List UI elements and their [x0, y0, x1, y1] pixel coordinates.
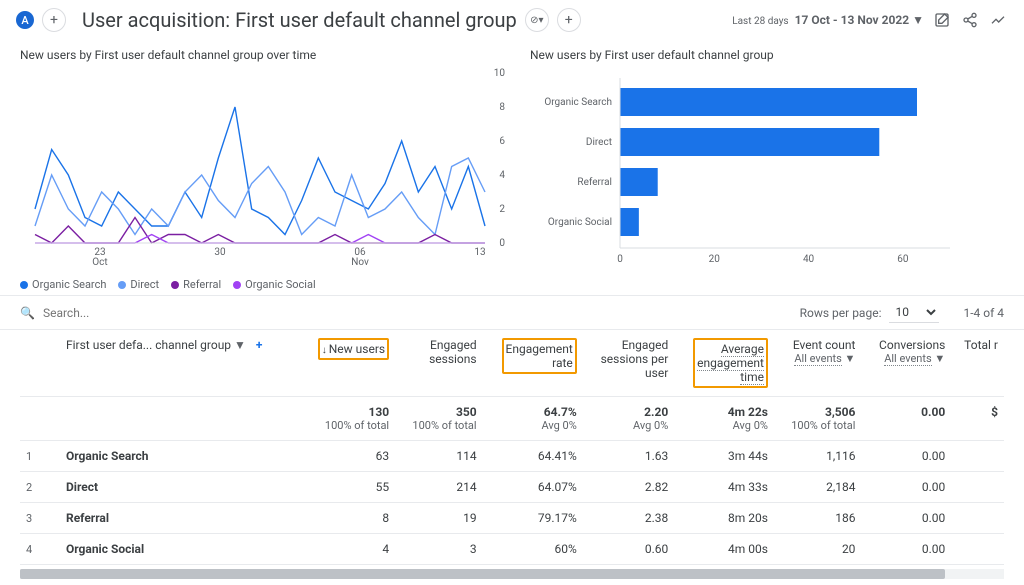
table-row[interactable]: 4Organic Social4360%0.604m 00s200.00	[20, 534, 1004, 565]
data-table: First user defa... channel group ▼+↓New …	[0, 330, 1024, 565]
column-total: 2.20Avg 0%	[583, 397, 674, 441]
add-comparison-button[interactable]: +	[557, 8, 581, 32]
svg-text:Nov: Nov	[351, 257, 369, 268]
legend-item[interactable]: Direct	[118, 278, 159, 291]
bar-chart: Organic Search Direct Referral Organic Soci…	[530, 68, 960, 283]
column-header[interactable]: Total r	[951, 330, 1004, 397]
svg-text:10: 10	[494, 68, 506, 79]
rows-per-page-label: Rows per page:	[800, 306, 882, 320]
legend-item[interactable]: Referral	[171, 278, 221, 291]
search-icon[interactable]: 🔍	[20, 306, 35, 320]
insights-icon[interactable]	[988, 10, 1008, 30]
chart-area: New users by First user default channel …	[0, 40, 1024, 295]
add-segment-button[interactable]: +	[42, 8, 66, 32]
column-total: $	[951, 397, 1004, 441]
svg-text:4: 4	[499, 170, 505, 181]
account-badge[interactable]: A	[16, 11, 34, 29]
search-input[interactable]	[43, 306, 792, 320]
svg-text:13: 13	[474, 247, 485, 258]
legend-item[interactable]: Organic Social	[233, 278, 316, 291]
svg-text:Direct: Direct	[586, 137, 612, 148]
legend-item[interactable]: Organic Search	[20, 278, 106, 291]
rows-per-page-select[interactable]: 10	[889, 302, 939, 323]
column-total: 0.00	[861, 397, 951, 441]
report-header: A + User acquisition: First user default…	[0, 0, 1024, 40]
svg-text:30: 30	[214, 247, 226, 258]
column-header[interactable]: Engagedsessions	[395, 330, 482, 397]
column-header[interactable]: Event countAll events ▼	[774, 330, 861, 397]
column-header[interactable]: Engagementrate	[483, 330, 583, 397]
svg-text:6: 6	[499, 136, 505, 147]
column-header[interactable]: ↓New users	[299, 330, 395, 397]
share-icon[interactable]	[960, 10, 980, 30]
dimension-header[interactable]: First user defa... channel group ▼+	[60, 330, 299, 397]
line-chart-panel: New users by First user default channel …	[20, 48, 510, 291]
column-header[interactable]: Engagedsessions peruser	[583, 330, 674, 397]
svg-text:60: 60	[897, 254, 909, 265]
column-total: 3,506100% of total	[774, 397, 861, 441]
horizontal-scrollbar[interactable]	[20, 569, 1004, 579]
svg-text:40: 40	[803, 254, 815, 265]
svg-text:0: 0	[499, 238, 505, 249]
table-row[interactable]: 3Referral81979.17%2.388m 20s1860.00	[20, 503, 1004, 534]
bar-chart-panel: New users by First user default channel …	[530, 48, 1004, 291]
svg-text:20: 20	[709, 254, 721, 265]
svg-text:Oct: Oct	[92, 257, 107, 268]
bar-chart-title: New users by First user default channel …	[530, 48, 1004, 62]
line-chart-legend: Organic Search Direct Referral Organic Soci…	[20, 278, 510, 291]
add-dimension-icon[interactable]: +	[256, 338, 263, 352]
customize-icon[interactable]	[932, 10, 952, 30]
column-total: 64.7%Avg 0%	[483, 397, 583, 441]
line-chart: 024681023Oct3006Nov13	[20, 68, 510, 268]
table-toolbar: 🔍 Rows per page: 10 1-4 of 4	[0, 295, 1024, 330]
table-row[interactable]: 2Direct5521464.07%2.824m 33s2,1840.00	[20, 472, 1004, 503]
column-total: 4m 22sAvg 0%	[674, 397, 774, 441]
column-header[interactable]: Averageengagementtime	[674, 330, 774, 397]
svg-text:2: 2	[499, 204, 505, 215]
page-title: User acquisition: First user default cha…	[82, 8, 517, 32]
column-total: 350100% of total	[395, 397, 482, 441]
filter-dropdown-button[interactable]: ⊘▾	[525, 8, 549, 32]
svg-text:0: 0	[617, 254, 623, 265]
svg-text:Organic Social: Organic Social	[548, 217, 612, 228]
line-chart-title: New users by First user default channel …	[20, 48, 510, 62]
pagination-range: 1-4 of 4	[963, 306, 1004, 320]
column-header[interactable]: ConversionsAll events ▼	[861, 330, 951, 397]
column-total: 130100% of total	[299, 397, 395, 441]
svg-text:8: 8	[499, 102, 505, 113]
table-row[interactable]: 1Organic Search6311464.41%1.633m 44s1,11…	[20, 441, 1004, 472]
svg-text:Organic Search: Organic Search	[544, 97, 612, 108]
svg-text:Referral: Referral	[577, 176, 612, 188]
date-range-picker[interactable]: Last 28 days17 Oct - 13 Nov 2022 ▼	[732, 13, 924, 27]
